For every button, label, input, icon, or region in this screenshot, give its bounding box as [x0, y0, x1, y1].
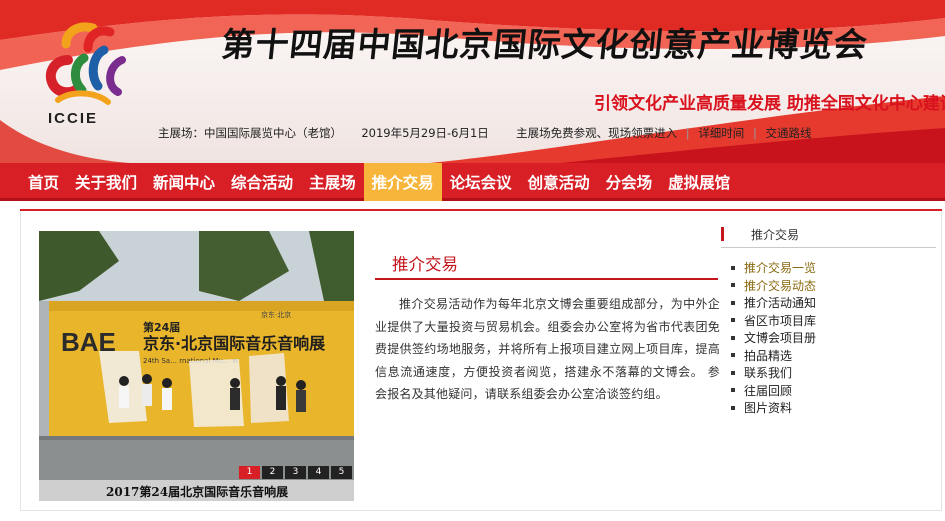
expo-title: 第十四届中国北京国际文化创意产业博览会: [219, 25, 870, 64]
sidebar-heading: 推介交易: [751, 228, 800, 242]
sidebar-item-8[interactable]: 图片资料: [731, 400, 816, 418]
sidebar-item-label: 推介交易动态: [744, 278, 817, 293]
sidebar-item-1[interactable]: 推介交易动态: [731, 278, 816, 296]
sidebar-item-4[interactable]: 文博会项目册: [731, 330, 816, 348]
sidebar-item-0[interactable]: 推介交易一览: [731, 260, 816, 278]
stage-title-text: 京东·北京国际音乐音响展: [143, 334, 326, 353]
header-banner: ICCIE 第十四届中国北京国际文化创意产业博览会 引领文化产业高质量发展 助推…: [0, 0, 945, 163]
article-title-underline: [375, 278, 718, 280]
article-body: 推介交易活动作为每年北京文博会重要组成部分，为中外企业提供了大量投资与贸易机会。…: [375, 297, 720, 401]
bullet-icon: [731, 335, 735, 340]
nav-item-3[interactable]: 综合活动: [223, 163, 301, 201]
admission-text: 主展场免费参观、现场领票进入: [516, 126, 678, 140]
slide-page-button-1[interactable]: 1: [239, 466, 260, 479]
nav-item-9[interactable]: 虚拟展馆: [660, 163, 738, 201]
date-text: 2019年5月29日-6月1日: [361, 126, 489, 140]
nav-item-5[interactable]: 推介交易: [363, 163, 442, 201]
stage-sponsor-text: 京东·北京: [261, 310, 291, 319]
sidebar-item-7[interactable]: 往届回顾: [731, 383, 816, 401]
sidebar-item-label: 省区市项目库: [744, 313, 817, 328]
nav-item-7[interactable]: 创意活动: [520, 163, 598, 201]
venue-text: 主展场：中国国际展览中心（老馆）: [158, 126, 342, 140]
bullet-icon: [731, 318, 735, 322]
nav-item-1[interactable]: 关于我们: [67, 163, 145, 201]
article-title: 推介交易: [392, 255, 458, 274]
nav-item-2[interactable]: 新闻中心: [145, 163, 223, 201]
sidebar-item-label: 文博会项目册: [744, 331, 817, 345]
traffic-route-link[interactable]: 交通路线: [766, 125, 812, 141]
sidebar-item-label: 联系我们: [744, 366, 793, 380]
bullet-icon: [731, 300, 735, 305]
slide-pager: 12345: [237, 466, 352, 479]
slide-page-button-2[interactable]: 2: [262, 466, 283, 479]
bullet-icon: [731, 405, 735, 410]
sidebar-header-accent: [721, 227, 724, 241]
sidebar-item-6[interactable]: 联系我们: [731, 365, 816, 383]
sidebar-item-3[interactable]: 省区市项目库: [731, 313, 816, 331]
sidebar-item-label: 图片资料: [744, 401, 793, 415]
sidebar-item-2[interactable]: 推介活动通知: [731, 295, 816, 313]
slide-caption[interactable]: 2017第24届北京国际音乐音响展: [106, 483, 288, 500]
bullet-icon: [731, 265, 735, 270]
nav-item-6[interactable]: 论坛会议: [442, 163, 520, 201]
bullet-icon: [731, 388, 735, 392]
expo-slogan: 引领文化产业高质量发展 助推全国文化中心建设: [594, 94, 945, 114]
slide-page-button-5[interactable]: 5: [331, 466, 352, 479]
nav-item-4[interactable]: 主展场: [301, 163, 364, 201]
sidebar-item-label: 往届回顾: [744, 383, 793, 398]
bullet-icon: [731, 283, 735, 287]
slide-page-button-4[interactable]: 4: [308, 466, 329, 479]
sidebar-menu: 推介交易一览 推介交易动态 推介活动通知 省区市项目库 文博会项目册 拍品精选联系我们往届…: [731, 260, 816, 418]
bullet-icon: [731, 370, 735, 375]
logo-wordmark: ICCIE: [48, 110, 99, 127]
sidebar-item-label: 推介交易一览: [744, 261, 817, 275]
nav-items: 首页 关于我们 新闻中心 综合活动 主展场 推介交易 论坛会议 创意活动 分会场 虚拟展馆: [20, 163, 738, 201]
expo-info-line: 主展场：中国国际展览中心（老馆） 2019年5月29日-6月1日 主展场免费参观…: [158, 125, 812, 141]
stage-edition-text: 第24届: [143, 320, 180, 334]
slideshow[interactable]: BAE 第24届 京东·北京国际音乐音响展 24th Sa… rnational…: [39, 231, 354, 501]
details-time-link[interactable]: 详细时间: [698, 125, 744, 141]
nav-item-0[interactable]: 首页: [20, 163, 67, 201]
separator: |: [685, 126, 690, 140]
bullet-icon: [731, 353, 735, 357]
separator: |: [752, 126, 757, 140]
sidebar-item-5[interactable]: 拍品精选: [731, 348, 816, 366]
slide-photo[interactable]: BAE 第24届 京东·北京国际音乐音响展 24th Sa… rnational…: [39, 231, 354, 480]
sidebar-item-label: 拍品精选: [744, 348, 793, 363]
main-nav: 首页 关于我们 新闻中心 综合活动 主展场 推介交易 论坛会议 创意活动 分会场 虚拟展馆: [0, 163, 945, 201]
sidebar-item-label: 推介活动通知: [744, 296, 817, 310]
slide-page-button-3[interactable]: 3: [285, 466, 306, 479]
nav-item-8[interactable]: 分会场: [598, 163, 661, 201]
